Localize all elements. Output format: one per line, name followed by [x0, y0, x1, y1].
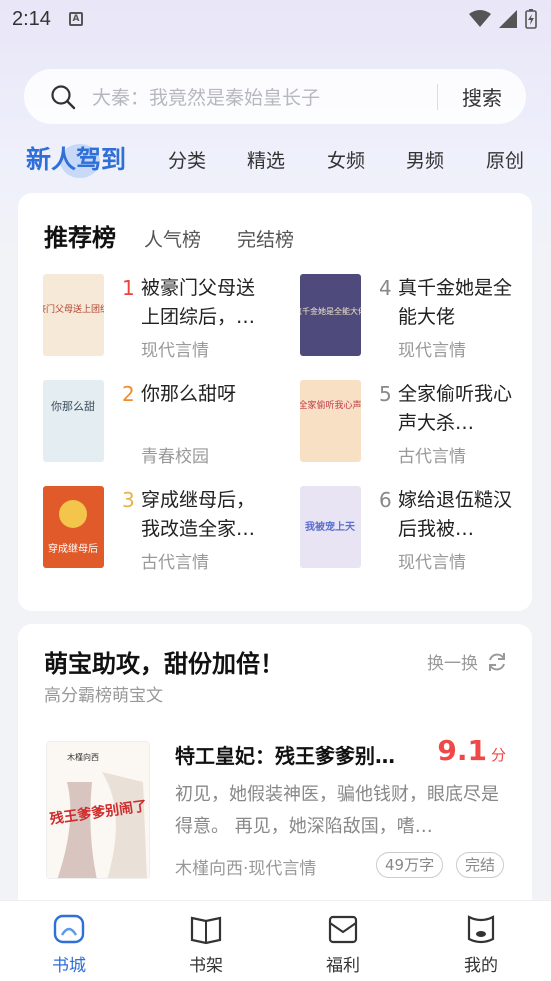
rank-number: 1: [122, 276, 135, 300]
rank-number: 4: [379, 276, 392, 300]
nav-label: 我的: [464, 956, 498, 976]
tab-popular-rank[interactable]: 人气榜: [144, 225, 201, 252]
book-category: 现代言情: [141, 341, 209, 361]
rank-item[interactable]: 我被宠上天 6 嫁给退伍糙汉后我被… 现代言情: [300, 486, 540, 573]
book-title[interactable]: 你那么甜呀: [141, 380, 273, 409]
svg-text:全家偷听我心声: 全家偷听我心声: [300, 399, 361, 411]
gift-icon: [328, 915, 358, 944]
book-category: 古代言情: [398, 447, 466, 467]
tab-featured[interactable]: 精选: [247, 146, 285, 173]
signal-icon: [499, 10, 517, 28]
svg-text:穿成继母后: 穿成继母后: [48, 542, 98, 555]
rank-number: 2: [122, 382, 135, 406]
svg-text:真千金她是全能大佬: 真千金她是全能大佬: [300, 306, 361, 316]
rank-item[interactable]: 全家偷听我心声 5 全家偷听我心声大杀… 古代言情: [300, 380, 540, 467]
rank-number: 5: [379, 382, 392, 406]
score-unit: 分: [490, 746, 506, 764]
book-title[interactable]: 全家偷听我心声大杀…: [398, 380, 530, 438]
cover-author: 木槿向西: [67, 752, 99, 762]
book-title[interactable]: 被豪门父母送上团综后，…: [141, 274, 273, 332]
battery-icon: [525, 9, 537, 29]
featured-book-cover[interactable]: 木槿向西 残王爹爹别闹了: [46, 741, 150, 879]
recommend-card: 萌宝助攻，甜份加倍！ 高分霸榜萌宝文 换一换 木槿向西 残王爹爹别闹了 特工皇妃…: [18, 624, 532, 914]
nav-label: 书城: [52, 956, 86, 976]
bottom-nav: 书城 书架 福利 我的: [0, 900, 551, 981]
tab-recommend-rank[interactable]: 推荐榜: [44, 218, 116, 253]
featured-book-title[interactable]: 特工皇妃：残王爹爹别…: [175, 740, 395, 769]
book-category: 现代言情: [398, 341, 466, 361]
book-cover[interactable]: 真千金她是全能大佬: [300, 274, 361, 356]
profile-icon: [467, 915, 495, 944]
svg-text:你那么甜: 你那么甜: [51, 400, 95, 413]
book-category: 青春校园: [141, 447, 209, 467]
book-icon: [190, 916, 222, 945]
search-placeholder[interactable]: 大秦：我竟然是秦始皇长子: [92, 83, 437, 110]
status-bar: 2:14 A: [0, 0, 551, 38]
search-button[interactable]: 搜索: [438, 82, 526, 111]
book-cover[interactable]: 被豪门父母送上团综后: [43, 274, 104, 356]
book-cover[interactable]: 穿成继母后: [43, 486, 104, 568]
book-title[interactable]: 穿成继母后，我改造全家…: [141, 486, 273, 544]
tab-finished-rank[interactable]: 完结榜: [237, 225, 294, 252]
svg-text:我被宠上天: 我被宠上天: [305, 520, 356, 533]
rank-item[interactable]: 被豪门父母送上团综后 1 被豪门父母送上团综后，… 现代言情: [43, 274, 283, 361]
book-title[interactable]: 嫁给退伍糙汉后我被…: [398, 486, 530, 544]
tab-male[interactable]: 男频: [406, 146, 444, 173]
tab-label: 新人驾到: [26, 145, 127, 174]
book-category: 现代言情: [398, 553, 466, 573]
svg-text:被豪门父母送上团综后: 被豪门父母送上团综后: [43, 303, 104, 315]
nav-label: 书架: [189, 956, 223, 976]
nav-bookshelf[interactable]: 书架: [166, 901, 246, 981]
search-bar[interactable]: 大秦：我竟然是秦始皇长子 搜索: [24, 69, 526, 124]
rank-item[interactable]: 真千金她是全能大佬 4 真千金她是全能大佬 现代言情: [300, 274, 540, 361]
status-icons: [469, 9, 537, 29]
rank-item[interactable]: 穿成继母后 3 穿成继母后，我改造全家… 古代言情: [43, 486, 283, 573]
rank-number: 3: [122, 488, 135, 512]
nav-welfare[interactable]: 福利: [303, 901, 383, 981]
sim-icon: A: [68, 12, 83, 26]
refresh-icon: [489, 652, 505, 671]
tab-newcomer[interactable]: 新人驾到: [26, 140, 127, 178]
ranking-tabs: 推荐榜 人气榜 完结榜: [44, 218, 294, 253]
nav-bookstore[interactable]: 书城: [29, 901, 109, 981]
home-icon: [53, 914, 85, 944]
book-meta: 木槿向西·现代言情: [175, 859, 317, 879]
rank-number: 6: [379, 488, 392, 512]
status-time: 2:14: [12, 7, 51, 30]
score-value: 9.1: [437, 734, 487, 767]
tab-female[interactable]: 女频: [327, 146, 365, 173]
ranking-card: 推荐榜 人气榜 完结榜 被豪门父母送上团综后 1 被豪门父母送上团综后，… 现代…: [18, 193, 532, 611]
book-cover[interactable]: 全家偷听我心声: [300, 380, 361, 462]
rank-item[interactable]: 你那么甜 2 你那么甜呀 青春校园: [43, 380, 283, 467]
section-heading: 萌宝助攻，甜份加倍！: [44, 650, 284, 678]
tab-category[interactable]: 分类: [168, 146, 206, 173]
nav-mine[interactable]: 我的: [441, 901, 521, 981]
book-cover[interactable]: 我被宠上天: [300, 486, 361, 568]
book-category: 古代言情: [141, 553, 209, 573]
search-icon: [51, 84, 76, 109]
book-cover[interactable]: 你那么甜: [43, 380, 104, 462]
category-tabs: 新人驾到 分类 精选 女频 男频 原创: [0, 136, 551, 184]
word-count-tag: 49万字: [376, 852, 444, 878]
book-score: 9.1 分: [437, 734, 506, 767]
tab-original[interactable]: 原创: [486, 146, 524, 173]
book-title[interactable]: 真千金她是全能大佬: [398, 274, 530, 332]
section-subheading: 高分霸榜萌宝文: [44, 686, 163, 706]
nav-label: 福利: [326, 956, 360, 976]
wifi-icon: [469, 10, 491, 27]
swap-button[interactable]: 换一换: [427, 649, 508, 674]
status-tag: 完结: [456, 852, 505, 878]
book-description[interactable]: 初见，她假装神医，骗他钱财，眼底尽是得意。 再见，她深陷敌国，嗜…: [175, 779, 505, 843]
swap-label: 换一换: [427, 654, 478, 674]
